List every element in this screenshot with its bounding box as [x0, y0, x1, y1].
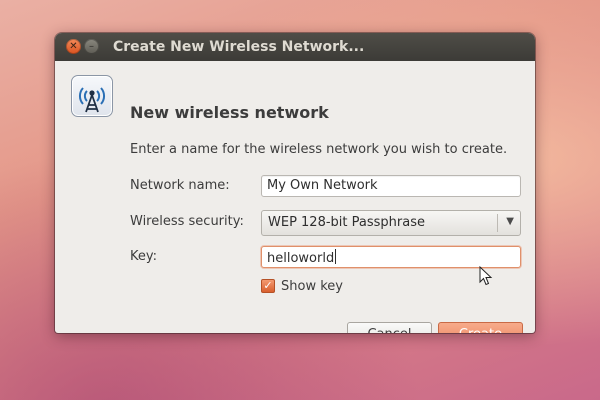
checkmark-icon: ✓: [263, 279, 273, 292]
create-wireless-network-dialog: ✕ – Create New Wireless Network... New w…: [55, 33, 535, 333]
cancel-button[interactable]: Cancel: [347, 322, 432, 333]
wireless-security-value: WEP 128-bit Passphrase: [268, 215, 425, 230]
network-name-label: Network name:: [130, 178, 230, 193]
key-input[interactable]: helloworld: [261, 246, 521, 268]
wireless-network-icon: [71, 75, 113, 117]
show-key-checkbox[interactable]: ✓: [261, 279, 275, 293]
network-name-value: My Own Network: [267, 178, 378, 193]
dialog-heading: New wireless network: [130, 103, 329, 122]
close-icon: ✕: [69, 40, 78, 52]
text-cursor: [335, 249, 337, 264]
mouse-pointer-icon: [479, 266, 493, 286]
minimize-button[interactable]: –: [84, 39, 99, 54]
minimize-icon: –: [89, 40, 94, 52]
close-button[interactable]: ✕: [66, 39, 81, 54]
create-button[interactable]: Create: [438, 322, 523, 333]
show-key-label: Show key: [281, 278, 343, 294]
wireless-security-select[interactable]: WEP 128-bit Passphrase ▼: [261, 210, 521, 236]
network-name-input[interactable]: My Own Network: [261, 175, 521, 197]
key-label: Key:: [130, 249, 158, 264]
show-key-option[interactable]: ✓ Show key: [261, 277, 343, 295]
window-title: Create New Wireless Network...: [113, 39, 365, 55]
title-bar[interactable]: ✕ – Create New Wireless Network...: [55, 33, 535, 61]
chevron-down-icon: ▼: [506, 216, 514, 227]
combo-separator: [497, 214, 498, 232]
dialog-description: Enter a name for the wireless network yo…: [130, 142, 508, 157]
key-value: helloworld: [267, 251, 335, 266]
wireless-security-label: Wireless security:: [130, 214, 244, 229]
dialog-content: New wireless network Enter a name for th…: [55, 61, 535, 333]
